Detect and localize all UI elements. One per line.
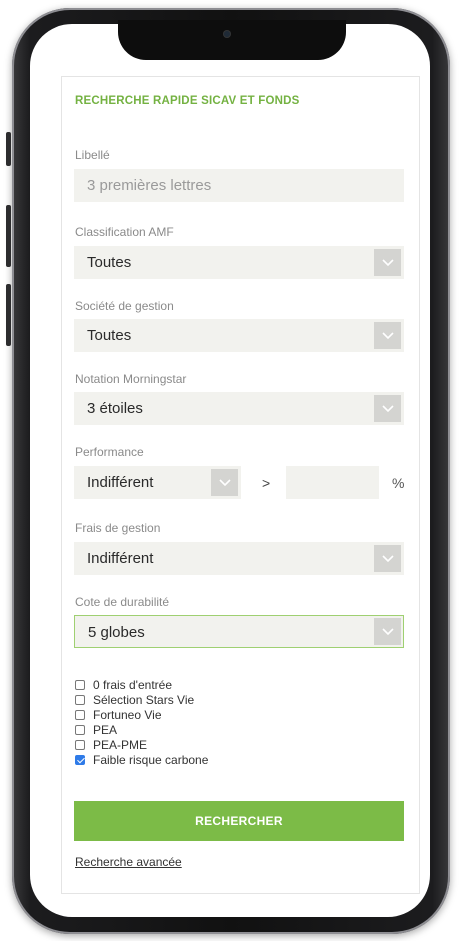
notation-value: 3 étoiles xyxy=(87,400,143,417)
libelle-input[interactable]: 3 premières lettres xyxy=(74,169,404,202)
checkbox-checked[interactable] xyxy=(75,754,85,765)
checkbox[interactable] xyxy=(75,709,85,720)
chevron-down-icon[interactable] xyxy=(211,469,238,496)
checkbox[interactable] xyxy=(75,724,85,735)
form-title: RECHERCHE RAPIDE SICAV ET FONDS xyxy=(75,95,300,107)
advanced-search-link[interactable]: Recherche avancée xyxy=(75,855,182,869)
checkbox-item[interactable]: Faible risque carbone xyxy=(75,752,208,767)
checkbox-label: 0 frais d'entrée xyxy=(93,677,173,692)
libelle-placeholder: 3 premières lettres xyxy=(87,177,212,194)
frais-select[interactable]: Indifférent xyxy=(74,542,404,575)
chevron-down-icon[interactable] xyxy=(374,545,401,572)
checkbox-label: Sélection Stars Vie xyxy=(93,692,195,707)
notch xyxy=(118,20,346,60)
volume-down-button xyxy=(6,284,11,346)
checkbox-item[interactable]: PEA xyxy=(75,722,208,737)
checkbox-item[interactable]: PEA-PME xyxy=(75,737,208,752)
chevron-down-icon[interactable] xyxy=(374,395,401,422)
search-form-card: RECHERCHE RAPIDE SICAV ET FONDS Libellé … xyxy=(61,76,420,894)
percent-unit: % xyxy=(392,475,405,491)
performance-amount-input[interactable] xyxy=(286,466,379,499)
frais-label: Frais de gestion xyxy=(75,521,161,535)
checkbox-label: PEA xyxy=(93,722,118,737)
camera-icon xyxy=(223,30,231,38)
checkbox-label: Faible risque carbone xyxy=(93,752,209,767)
checkbox[interactable] xyxy=(75,694,85,705)
checkbox-item[interactable]: Fortuneo Vie xyxy=(75,707,208,722)
checkbox-item[interactable]: 0 frais d'entrée xyxy=(75,677,208,692)
checkbox-label: Fortuneo Vie xyxy=(93,707,162,722)
classification-label: Classification AMF xyxy=(75,225,174,239)
performance-select[interactable]: Indifférent xyxy=(74,466,241,499)
societe-value: Toutes xyxy=(87,327,132,344)
notation-label: Notation Morningstar xyxy=(75,372,187,386)
cote-label: Cote de durabilité xyxy=(75,595,170,609)
chevron-down-icon[interactable] xyxy=(374,249,401,276)
cote-select[interactable]: 5 globes xyxy=(74,615,404,648)
chevron-down-icon[interactable] xyxy=(374,322,401,349)
societe-label: Société de gestion xyxy=(75,299,174,313)
classification-select[interactable]: Toutes xyxy=(74,246,404,279)
cote-value: 5 globes xyxy=(88,624,145,641)
checkbox-list: 0 frais d'entrée Sélection Stars Vie For… xyxy=(75,677,208,767)
performance-value: Indifférent xyxy=(87,474,154,491)
search-button[interactable]: RECHERCHER xyxy=(74,801,404,841)
checkbox-label: PEA-PME xyxy=(93,737,148,752)
checkbox[interactable] xyxy=(75,739,85,750)
checkbox-item[interactable]: Sélection Stars Vie xyxy=(75,692,208,707)
classification-value: Toutes xyxy=(87,254,132,271)
performance-row: Indifférent > % xyxy=(74,466,414,499)
frais-value: Indifférent xyxy=(87,550,154,567)
libelle-label: Libellé xyxy=(75,148,110,162)
checkbox[interactable] xyxy=(75,679,85,690)
chevron-down-icon[interactable] xyxy=(374,618,401,645)
volume-up-button xyxy=(6,205,11,267)
performance-label: Performance xyxy=(75,445,144,459)
societe-select[interactable]: Toutes xyxy=(74,319,404,352)
greater-than-sign: > xyxy=(262,475,271,491)
notation-select[interactable]: 3 étoiles xyxy=(74,392,404,425)
mute-switch xyxy=(6,132,11,166)
